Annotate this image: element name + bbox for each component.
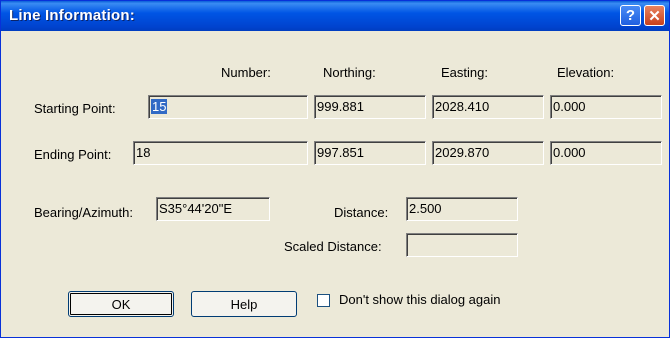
starting-point-northing-field: 999.881 — [314, 95, 426, 119]
elevation-column-header: Elevation: — [557, 65, 615, 80]
ending-point-northing-field: 997.851 — [314, 141, 426, 165]
scaled-distance-field — [406, 233, 518, 257]
title-bar[interactable]: Line Information: ? ✕ — [1, 1, 669, 31]
starting-point-elevation-field: 0.000 — [550, 95, 662, 119]
ending-point-elevation-field: 0.000 — [550, 141, 662, 165]
help-icon[interactable]: ? — [620, 5, 641, 26]
ok-button[interactable]: OK — [68, 291, 174, 317]
bearing-azimuth-label: Bearing/Azimuth: — [34, 205, 133, 220]
close-icon[interactable]: ✕ — [644, 5, 665, 26]
distance-field: 2.500 — [406, 197, 518, 221]
close-glyph: ✕ — [648, 7, 661, 25]
number-column-header: Number: — [221, 65, 271, 80]
distance-label: Distance: — [334, 205, 389, 220]
dialog-title: Line Information: — [9, 7, 135, 24]
ending-point-easting-field: 2029.870 — [432, 141, 544, 165]
dont-show-again-label[interactable]: Don't show this dialog again — [339, 292, 500, 307]
starting-point-number-value: 15 — [151, 99, 168, 114]
starting-point-easting-field: 2028.410 — [432, 95, 544, 119]
northing-column-header: Northing: — [323, 65, 376, 80]
line-information-dialog: Line Information: ? ✕ Number: Northing: … — [0, 0, 670, 338]
dont-show-again-checkbox[interactable] — [317, 294, 330, 307]
easting-column-header: Easting: — [441, 65, 488, 80]
ending-point-number-input[interactable]: 18 — [133, 141, 308, 165]
scaled-distance-label: Scaled Distance: — [284, 239, 382, 254]
starting-point-label: Starting Point: — [34, 101, 116, 116]
starting-point-number-input[interactable]: 15 — [148, 95, 308, 119]
bearing-azimuth-field: S35°44'20"E — [156, 197, 270, 221]
help-button[interactable]: Help — [191, 291, 297, 317]
ending-point-label: Ending Point: — [34, 147, 112, 162]
help-glyph: ? — [625, 7, 636, 24]
